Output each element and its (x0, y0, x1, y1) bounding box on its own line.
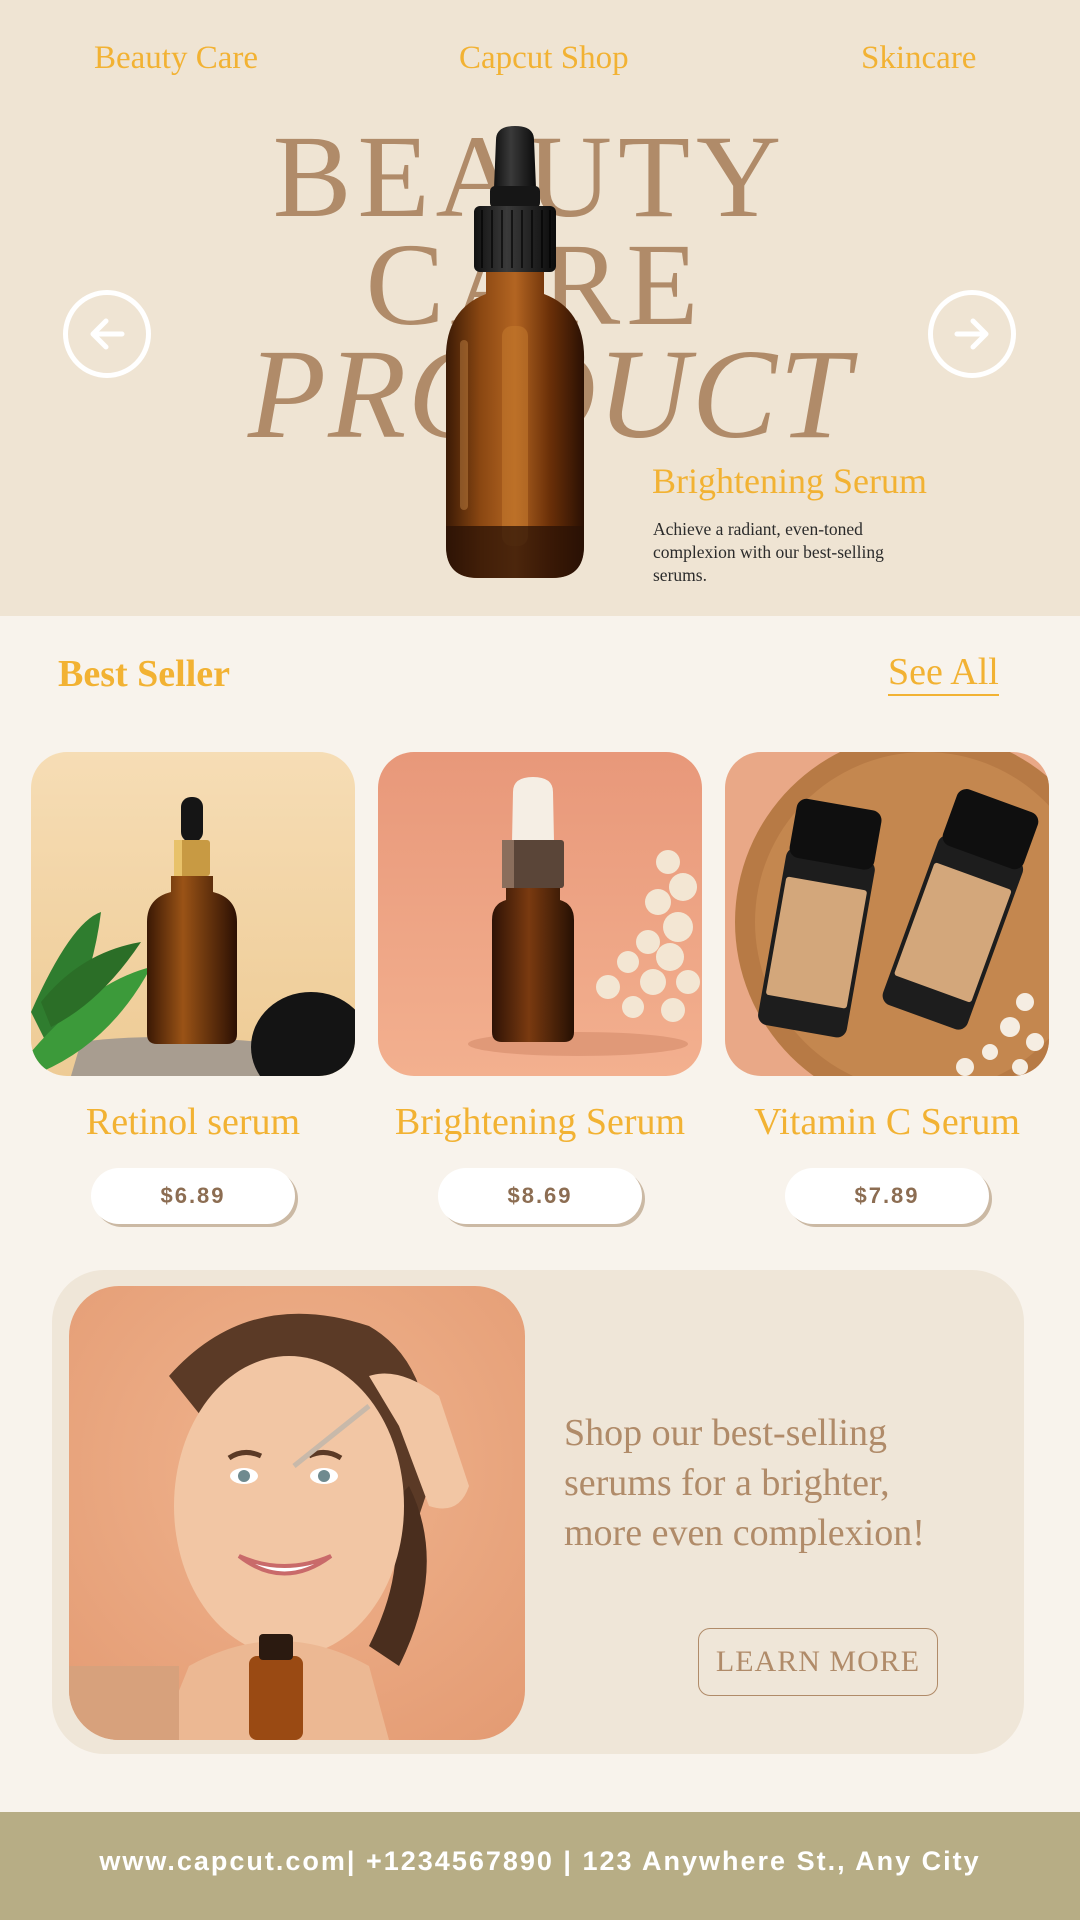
arrow-left-icon (90, 318, 125, 350)
learn-more-button[interactable]: LEARN MORE (698, 1628, 938, 1696)
hero-banner: Beauty Care Capcut Shop Skincare BEAUTY … (0, 0, 1080, 616)
product-name: Retinol serum (85, 1101, 301, 1143)
product-card-brightening[interactable]: Brightening Serum $8.69 (378, 752, 702, 1224)
top-nav: Beauty Care Capcut Shop Skincare (0, 40, 1080, 86)
product-name: Brightening Serum (394, 1101, 686, 1143)
product-name: Vitamin C Serum (754, 1101, 1020, 1143)
carousel-next-button[interactable] (928, 290, 1016, 378)
arrow-right-icon (954, 318, 989, 350)
product-card-retinol[interactable]: Retinol serum $6.89 (31, 752, 355, 1224)
promo-model-image (69, 1286, 525, 1740)
footer-contact: www.capcut.com| +1234567890 | 123 Anywhe… (99, 1846, 981, 1876)
product-card-vitamin-c[interactable]: Vitamin C Serum $7.89 (725, 752, 1049, 1224)
hero-product-title: Brightening Serum (652, 461, 927, 501)
product-image-retinol[interactable] (31, 752, 355, 1076)
best-seller-title: Best Seller (58, 653, 231, 695)
footer: www.capcut.com| +1234567890 | 123 Anywhe… (0, 1812, 1080, 1920)
nav-link-skincare[interactable]: Skincare (861, 40, 976, 77)
see-all-link[interactable]: See All (888, 652, 999, 696)
carousel-prev-button[interactable] (63, 290, 151, 378)
price-button[interactable]: $7.89 (785, 1168, 989, 1224)
product-image-vitamin-c[interactable] (725, 752, 1049, 1076)
promo-text: Shop our best-selling serums for a brigh… (564, 1412, 925, 1554)
price-button[interactable]: $6.89 (91, 1168, 295, 1224)
nav-link-beauty-care[interactable]: Beauty Care (94, 40, 258, 77)
product-image-brightening[interactable] (378, 752, 702, 1076)
price-button[interactable]: $8.69 (438, 1168, 642, 1224)
hero-serum-bottle-image (445, 126, 585, 578)
nav-link-capcut-shop[interactable]: Capcut Shop (459, 40, 629, 77)
promo-banner: Shop our best-selling serums for a brigh… (52, 1270, 1024, 1754)
hero-product-description: Achieve a radiant, even-toned complexion… (653, 519, 884, 585)
